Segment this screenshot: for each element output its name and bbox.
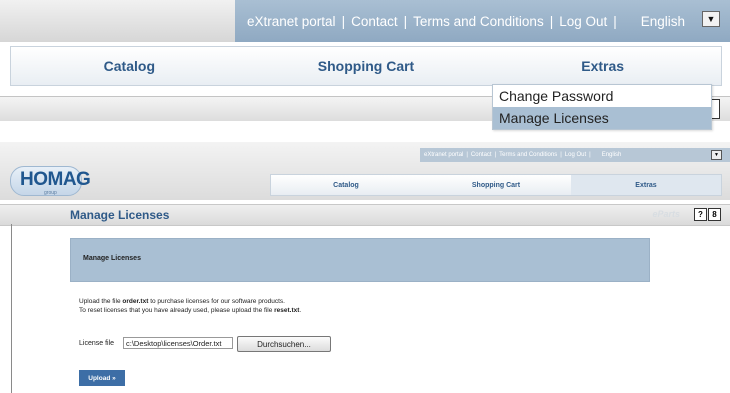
upload-button[interactable]: Upload » [79, 370, 125, 386]
print-icon[interactable]: 8 [708, 208, 721, 221]
terms-link[interactable]: Terms and Conditions [499, 152, 557, 158]
separator: | [549, 13, 554, 29]
utility-bar: eXtranet portal | Contact | Terms and Co… [420, 148, 730, 162]
separator: | [613, 13, 617, 29]
extras-dropdown-menu: Change Password Manage Licenses [492, 84, 712, 130]
logout-link[interactable]: Log Out [559, 14, 607, 29]
eparts-logo: eParts [652, 209, 680, 219]
left-border [11, 224, 12, 393]
instruction-line-2: To reset licenses that you have already … [79, 307, 302, 314]
license-file-label: License file [79, 340, 115, 347]
separator: | [341, 13, 346, 29]
separator: | [494, 152, 497, 158]
logo-subtext: group [44, 190, 57, 196]
main-nav: Catalog Shopping Cart Extras [270, 174, 722, 196]
page-title: Manage Licenses [70, 208, 170, 222]
language-select[interactable]: English [602, 152, 622, 158]
page-title-bar: Manage Licenses eParts ? 8 [0, 204, 730, 226]
contact-link[interactable]: Contact [471, 152, 492, 158]
nav-extras[interactable]: Extras [484, 47, 721, 85]
terms-link[interactable]: Terms and Conditions [413, 14, 544, 29]
reset-file-name: reset.txt [274, 307, 300, 314]
nav-shopping-cart[interactable]: Shopping Cart [421, 175, 571, 195]
order-file-name: order.txt [122, 298, 149, 305]
logout-link[interactable]: Log Out [565, 152, 586, 158]
manage-licenses-screen: HOMAG group eXtranet portal | Contact | … [0, 142, 730, 393]
nav-catalog[interactable]: Catalog [11, 47, 248, 85]
chevron-down-icon[interactable]: ▼ [711, 150, 722, 160]
menu-item-manage-licenses[interactable]: Manage Licenses [493, 107, 711, 129]
menu-item-change-password[interactable]: Change Password [493, 85, 711, 107]
chevron-down-icon: ▼ [706, 13, 716, 24]
utility-bar: eXtranet portal | Contact | Terms and Co… [235, 0, 730, 42]
nav-shopping-cart[interactable]: Shopping Cart [248, 47, 485, 85]
main-nav: Catalog Shopping Cart Extras [10, 46, 722, 86]
panel-title: Manage Licenses [83, 255, 141, 262]
separator: | [589, 152, 591, 158]
language-dropdown-button[interactable]: ▼ [702, 11, 720, 27]
license-file-input[interactable]: c:\Desktop\licenses\Order.txt [123, 337, 233, 349]
separator: | [560, 152, 562, 158]
extranet-portal-link[interactable]: eXtranet portal [424, 152, 463, 158]
help-icon[interactable]: ? [694, 208, 707, 221]
instruction-line-1: Upload the file order.txt to purchase li… [79, 298, 285, 305]
language-select[interactable]: English [641, 14, 685, 29]
zoomed-header-crop: eXtranet portal | Contact | Terms and Co… [0, 0, 730, 130]
extranet-portal-link[interactable]: eXtranet portal [247, 14, 336, 29]
homag-logo[interactable]: HOMAG group [10, 162, 91, 198]
logo-text: HOMAG [20, 169, 91, 190]
section-header-panel: Manage Licenses [70, 238, 650, 282]
browse-button[interactable]: Durchsuchen... [237, 336, 331, 352]
separator: | [466, 152, 468, 158]
separator: | [403, 13, 408, 29]
nav-catalog[interactable]: Catalog [271, 175, 421, 195]
nav-extras[interactable]: Extras [571, 175, 721, 195]
contact-link[interactable]: Contact [351, 14, 398, 29]
